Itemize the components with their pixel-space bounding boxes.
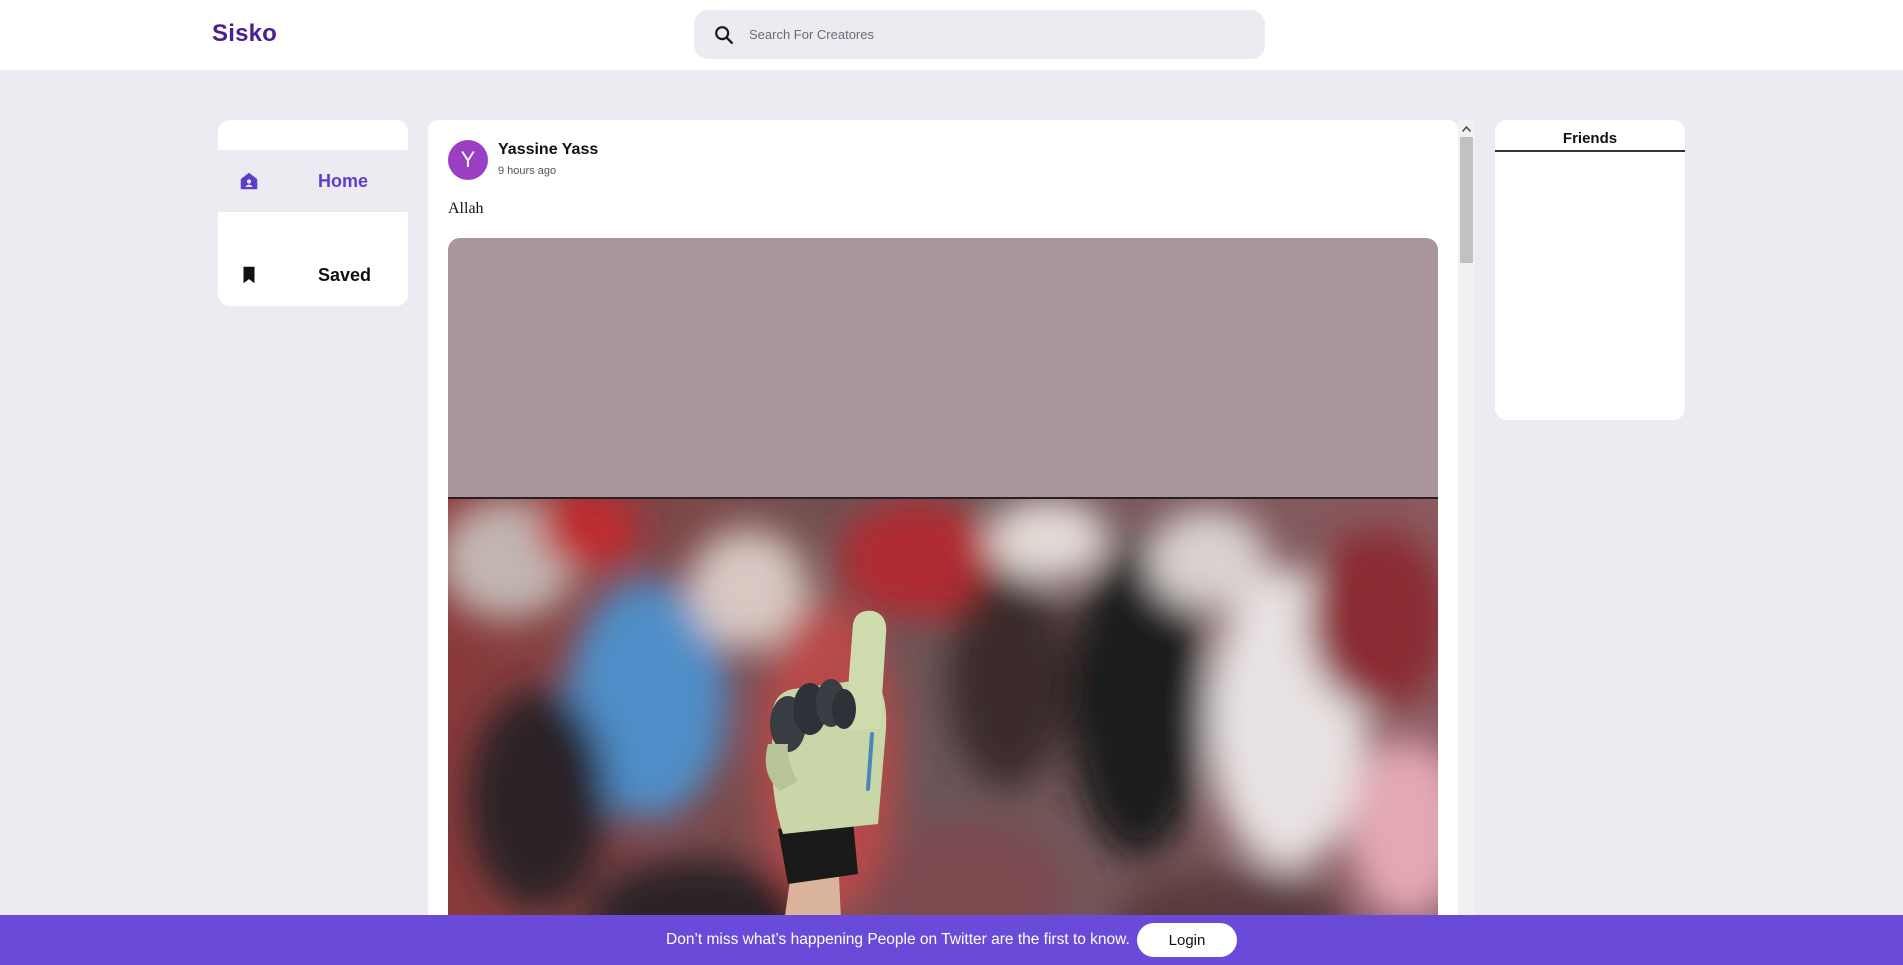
feed-scrollbar[interactable] [1458,120,1475,965]
sidebar-item-saved[interactable]: Saved [218,244,408,306]
search-input[interactable] [749,10,1249,59]
top-navbar: Sisko [0,0,1903,70]
post-text: Allah [448,200,484,217]
login-button[interactable]: Login [1137,923,1237,957]
post-image[interactable] [448,238,1438,965]
goalkeeper-photo [448,499,1438,965]
sidebar: Home Saved [218,120,408,306]
post-author[interactable]: Yassine Yass [498,141,598,159]
friends-title: Friends [1495,130,1685,152]
sidebar-item-label: Home [318,170,369,191]
search-icon[interactable] [713,24,735,46]
login-banner: Don’t miss what’s happening People on Tw… [0,915,1903,965]
avatar[interactable]: Y [448,140,488,180]
sidebar-item-home[interactable]: Home [218,150,408,212]
post-timestamp: 9 hours ago [498,165,557,177]
banner-text: Don’t miss what’s happening People on Tw… [666,931,1130,948]
scrollbar-thumb[interactable] [1460,137,1473,263]
app-logo[interactable]: Sisko [212,20,277,48]
home-icon [240,172,258,190]
image-backdrop [448,238,1438,499]
sidebar-item-label: Saved [318,264,372,285]
bookmark-icon [243,266,255,284]
scroll-up-arrow-icon[interactable] [1458,120,1475,137]
search-bar[interactable] [694,10,1265,59]
feed-panel: Y Yassine Yass 9 hours ago Allah [428,120,1458,965]
friends-panel: Friends [1495,120,1685,420]
